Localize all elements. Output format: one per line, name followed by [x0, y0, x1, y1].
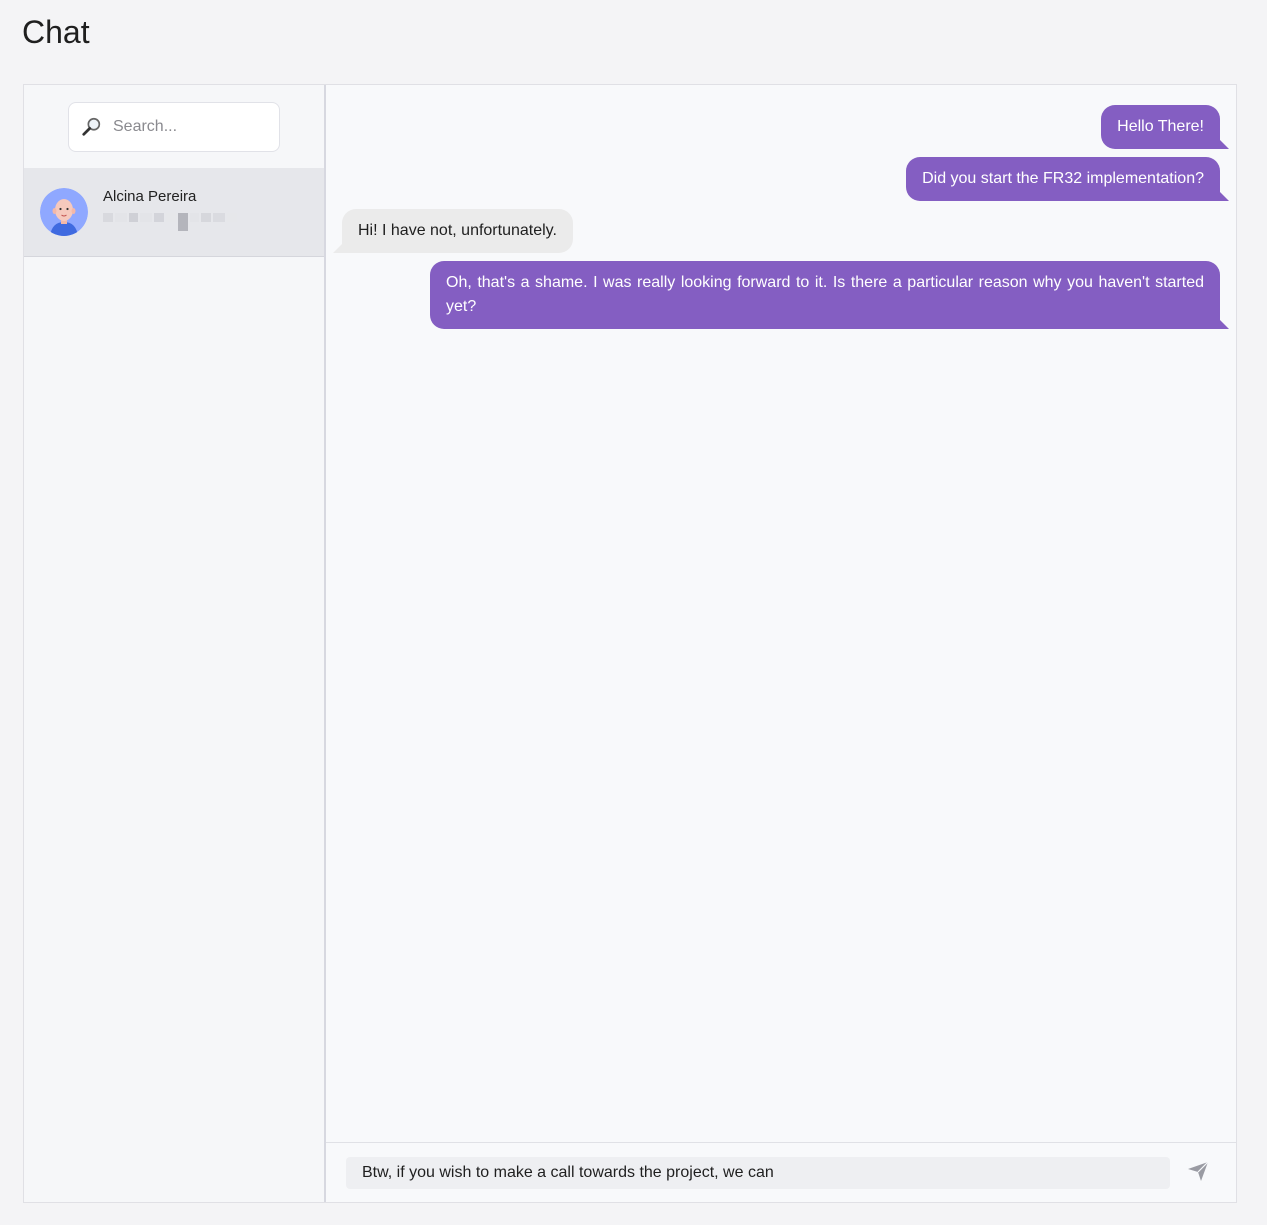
- chat-container: Alcina Pereira Hello T: [23, 84, 1237, 1203]
- outgoing-message: Hello There!: [1101, 105, 1229, 149]
- page-title: Chat: [22, 14, 90, 50]
- search-box[interactable]: [68, 101, 280, 152]
- message-composer: [326, 1142, 1236, 1202]
- outgoing-message: Oh, that's a shame. I was really looking…: [430, 261, 1229, 329]
- outgoing-message: Did you start the FR32 implementation?: [906, 157, 1229, 201]
- conversation-panel: Hello There! Did you start the FR32 impl…: [326, 85, 1236, 1202]
- contact-name: Alcina Pereira: [103, 187, 197, 205]
- contact-preview-obscured: [103, 212, 237, 231]
- search-icon: [81, 116, 103, 138]
- conversation-sidebar: Alcina Pereira: [24, 85, 326, 1202]
- message-row: Hello There!: [334, 105, 1229, 149]
- message-row: Hi! I have not, unfortunately.: [333, 209, 1228, 253]
- message-list: Hello There! Did you start the FR32 impl…: [326, 85, 1236, 1142]
- avatar: [40, 188, 88, 236]
- send-button[interactable]: [1180, 1155, 1216, 1191]
- send-icon: [1186, 1159, 1210, 1186]
- search-input[interactable]: [113, 117, 263, 136]
- message-input[interactable]: [346, 1156, 1170, 1189]
- incoming-message: Hi! I have not, unfortunately.: [333, 209, 573, 253]
- message-row: Oh, that's a shame. I was really looking…: [334, 261, 1229, 329]
- contact-item-alcina-pereira[interactable]: Alcina Pereira: [24, 168, 324, 257]
- message-row: Did you start the FR32 implementation?: [334, 157, 1229, 201]
- search-area: [24, 85, 324, 168]
